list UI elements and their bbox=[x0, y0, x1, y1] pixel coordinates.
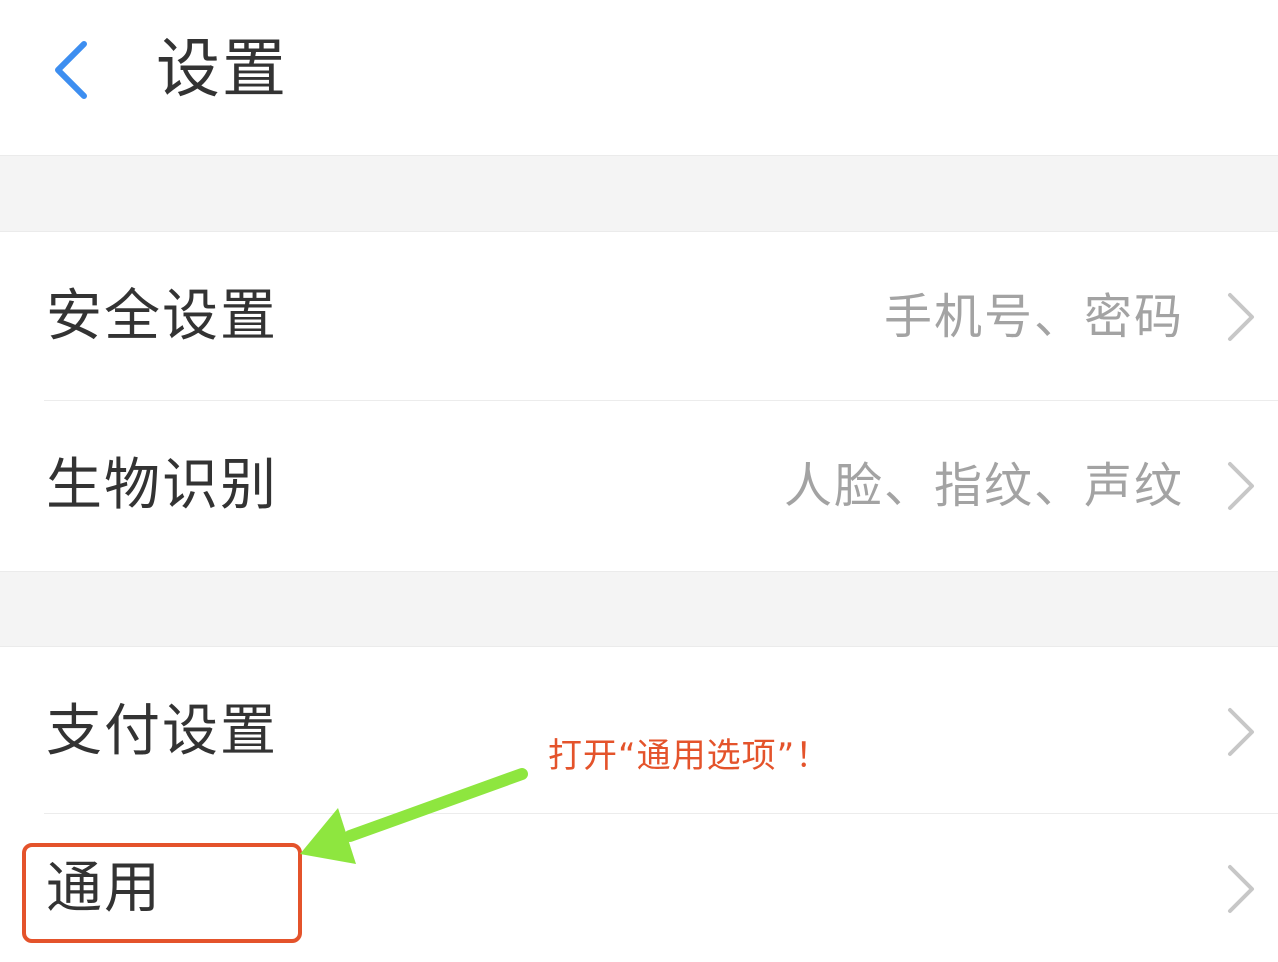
header: 设置 bbox=[0, 0, 1278, 156]
chevron-left-icon bbox=[55, 41, 87, 99]
page-title: 设置 bbox=[156, 33, 288, 107]
section-gap bbox=[0, 156, 1278, 232]
section-gap bbox=[0, 571, 1278, 647]
settings-page: 设置 安全设置 手机号、密码 生物识别 人脸、指纹、声纹 支付设置 通用 打开“… bbox=[0, 0, 1278, 962]
row-divider bbox=[44, 400, 1278, 401]
payment-settings-row[interactable]: 支付设置 bbox=[0, 648, 1278, 816]
annotation-arrow-icon bbox=[300, 768, 528, 864]
payment-settings-label: 支付设置 bbox=[46, 699, 278, 764]
chevron-right-icon bbox=[1228, 708, 1254, 756]
chevron-right-icon bbox=[1228, 864, 1254, 913]
biometric-value: 人脸、指纹、声纹 bbox=[783, 458, 1184, 514]
security-settings-row[interactable]: 安全设置 手机号、密码 bbox=[0, 233, 1278, 401]
security-settings-label: 安全设置 bbox=[46, 284, 278, 349]
biometric-label: 生物识别 bbox=[46, 453, 278, 518]
general-highlight-box bbox=[22, 843, 302, 943]
security-settings-value: 手机号、密码 bbox=[883, 289, 1184, 345]
back-button[interactable] bbox=[40, 30, 110, 110]
annotation-text: 打开“通用选项”！ bbox=[548, 736, 831, 776]
chevron-right-icon bbox=[1228, 462, 1254, 510]
biometric-row[interactable]: 生物识别 人脸、指纹、声纹 bbox=[0, 402, 1278, 570]
chevron-right-icon bbox=[1228, 293, 1254, 341]
row-divider bbox=[44, 813, 1278, 814]
